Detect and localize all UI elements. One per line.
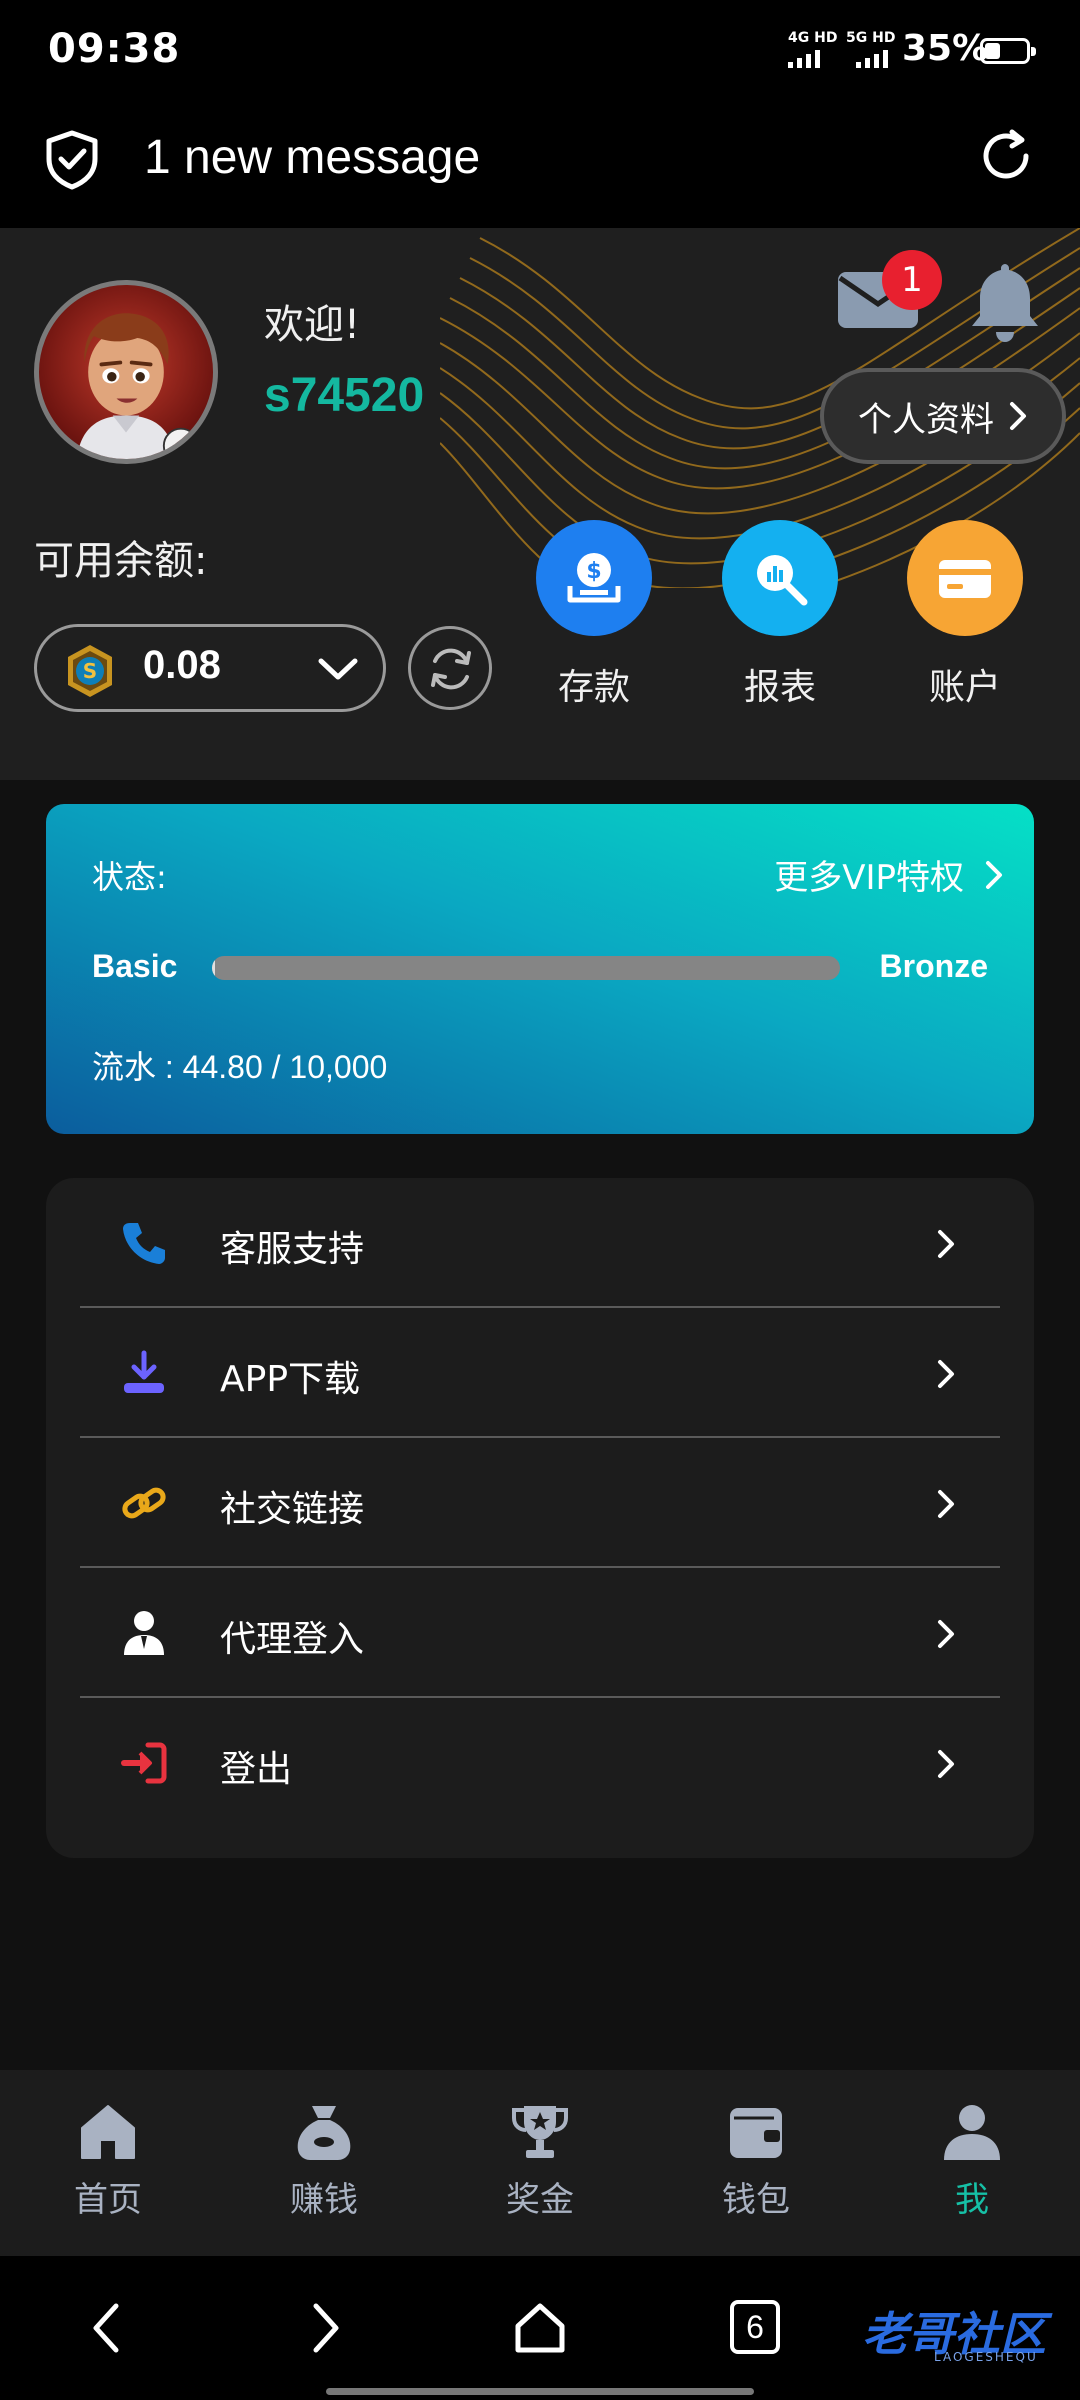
refresh-icon[interactable] [976, 126, 1036, 186]
tab-count-button[interactable]: 6 [730, 2300, 780, 2354]
menu-label: APP下载 [220, 1359, 361, 1400]
agent-icon [124, 1611, 164, 1655]
balance-label: 可用余额: [34, 538, 208, 584]
profile-button-label: 个人资料 [858, 399, 994, 440]
watermark-logo: 老哥社区 LAOGESHEQU [838, 2288, 1068, 2366]
bottom-nav: 首页 赚钱 奖金 钱包 我 [0, 2070, 1080, 2256]
menu-item-support[interactable]: 客服支持 [80, 1178, 1000, 1308]
vip-more-link[interactable]: 更多VIP特权 [774, 850, 1004, 899]
nav-label: 我 [955, 2180, 989, 2220]
refresh-balance-button[interactable] [408, 626, 492, 710]
signal-bars-icon [788, 50, 820, 68]
network-label-1: 4G HD [788, 30, 838, 46]
battery-percent: 35% [902, 28, 989, 69]
phone-icon [123, 1223, 165, 1264]
avatar-character-icon [76, 313, 199, 459]
chevron-right-icon [938, 1490, 954, 1518]
signal-bars-icon [856, 50, 888, 68]
profile-button[interactable]: 个人资料 [820, 368, 1066, 464]
balance-value: 0.08 [143, 643, 221, 687]
chevron-right-icon [1010, 402, 1026, 430]
menu-label: 代理登入 [220, 1619, 365, 1660]
menu-item-logout[interactable]: 登出 [80, 1698, 1000, 1828]
system-nav: 6 老哥社区 LAOGESHEQU [0, 2256, 1080, 2400]
welcome-text: 欢迎! [264, 302, 361, 348]
coin-icon: S [68, 645, 112, 697]
vip-progress-bar [212, 956, 840, 980]
account-button[interactable]: 账户 [895, 520, 1035, 710]
avatar[interactable] [34, 280, 218, 464]
report-label: 报表 [743, 667, 816, 708]
account-circle [907, 520, 1023, 636]
vip-next-level: Bronze [879, 948, 988, 984]
nav-label: 首页 [74, 2180, 142, 2220]
report-circle [722, 520, 838, 636]
nav-label: 钱包 [722, 2180, 790, 2220]
logout-icon [121, 1742, 167, 1784]
vip-progress-fill [212, 956, 215, 980]
home-button-icon[interactable] [512, 2298, 568, 2358]
nav-item-home[interactable]: 首页 [28, 2100, 188, 2221]
forward-icon[interactable] [296, 2298, 352, 2358]
deposit-icon: $ [567, 553, 621, 603]
home-icon [81, 2105, 135, 2159]
menu-list: 客服支持 APP下载 社交链接 代理登入 登出 [46, 1178, 1034, 1858]
vip-more-label: 更多VIP特权 [774, 858, 964, 898]
wallet-icon [730, 2108, 782, 2158]
username: s74520 [264, 369, 425, 422]
profile-header: 欢迎! s74520 1 个人资料 可用余额: S 0.08 $ 存款 报表 账… [0, 228, 1080, 780]
nav-item-earn[interactable]: 赚钱 [244, 2100, 404, 2221]
menu-item-app-download[interactable]: APP下载 [80, 1308, 1000, 1438]
nav-item-me[interactable]: 我 [892, 2100, 1052, 2221]
battery-icon [980, 38, 1036, 64]
currency-selector[interactable]: S 0.08 [34, 624, 386, 712]
nav-item-bonus[interactable]: 奖金 [460, 2100, 620, 2221]
account-card-icon [939, 560, 991, 598]
trophy-icon [512, 2106, 568, 2158]
nav-label: 奖金 [506, 2180, 574, 2220]
deposit-label: 存款 [557, 667, 630, 708]
menu-label: 登出 [220, 1749, 293, 1790]
deposit-button[interactable]: $ 存款 [524, 520, 664, 710]
chevron-right-icon [986, 860, 1002, 889]
refresh-icon [431, 648, 471, 690]
vip-turnover: 流水 : 44.80 / 10,000 [92, 1049, 388, 1085]
deposit-circle: $ [536, 520, 652, 636]
back-icon[interactable] [80, 2298, 136, 2358]
watermark-subtext: LAOGESHEQU [934, 2350, 1038, 2364]
menu-item-agent-login[interactable]: 代理登入 [80, 1568, 1000, 1698]
chevron-right-icon [938, 1620, 954, 1648]
menu-label: 社交链接 [220, 1489, 365, 1530]
shield-check-icon [46, 130, 98, 190]
chevron-down-icon [318, 658, 358, 680]
chevron-right-icon [938, 1360, 954, 1388]
vip-card: 状态: 更多VIP特权 Basic Bronze 流水 : 44.80 / 10… [46, 804, 1034, 1134]
vip-status-label: 状态: [92, 858, 167, 896]
home-indicator[interactable] [326, 2388, 754, 2395]
battery-fill [985, 43, 1001, 59]
user-icon [944, 2105, 1000, 2160]
notification-bar[interactable]: 1 new message [0, 100, 1080, 228]
download-icon [124, 1350, 164, 1393]
network-label-2: 5G HD [846, 30, 896, 46]
clock: 09:38 [48, 26, 181, 72]
chevron-right-icon [938, 1750, 954, 1778]
menu-item-social-links[interactable]: 社交链接 [80, 1438, 1000, 1568]
nav-label: 赚钱 [290, 2180, 358, 2220]
money-bag-icon [297, 2106, 351, 2160]
status-bar: 09:38 4G HD 5G HD 35% [0, 0, 1080, 100]
link-icon [122, 1487, 166, 1519]
notification-text: 1 new message [144, 131, 481, 184]
nav-item-wallet[interactable]: 钱包 [676, 2100, 836, 2221]
report-button[interactable]: 报表 [710, 520, 850, 710]
chevron-right-icon [938, 1230, 954, 1258]
report-icon [757, 555, 808, 606]
svg-text:S: S [83, 659, 97, 683]
mail-badge: 1 [882, 250, 942, 310]
account-label: 账户 [928, 667, 1001, 708]
svg-text:$: $ [586, 559, 601, 584]
vip-current-level: Basic [92, 948, 178, 984]
bell-icon[interactable] [966, 260, 1044, 344]
menu-label: 客服支持 [220, 1229, 365, 1270]
